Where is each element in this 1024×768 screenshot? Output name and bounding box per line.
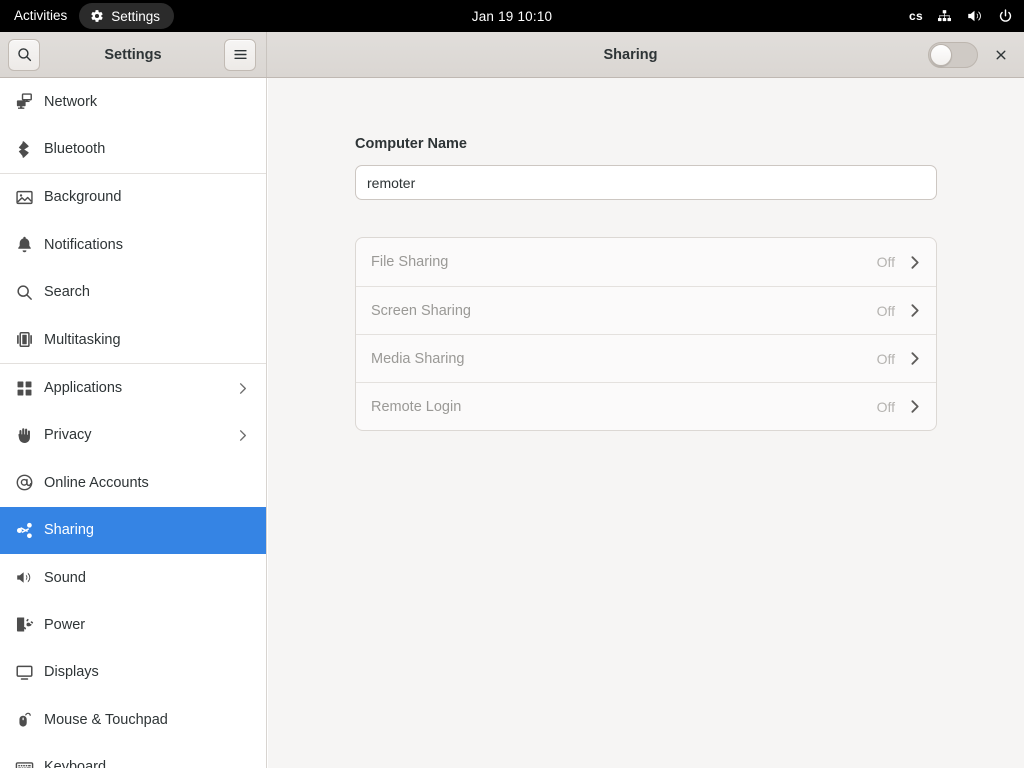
sidebar-item-label: Privacy — [44, 427, 92, 444]
sharing-row-remote-login[interactable]: Remote Login Off — [356, 382, 936, 430]
sharing-row-state: Off — [876, 254, 895, 270]
sidebar-item-keyboard[interactable]: Keyboard — [0, 743, 266, 768]
sidebar-item-label: Online Accounts — [44, 474, 149, 491]
sidebar-item-privacy[interactable]: Privacy — [0, 412, 266, 459]
sharing-row-media-sharing[interactable]: Media Sharing Off — [356, 334, 936, 382]
sidebar-item-sharing[interactable]: Sharing — [0, 506, 266, 554]
chevron-right-icon — [906, 254, 923, 271]
sidebar-item-mouse-touchpad[interactable]: Mouse & Touchpad — [0, 696, 266, 743]
sharing-row-label: Remote Login — [371, 398, 462, 415]
sidebar-item-network[interactable]: Network — [0, 78, 266, 125]
sidebar-item-background[interactable]: Background — [0, 174, 266, 221]
chevron-right-icon — [906, 398, 923, 415]
network-wired-icon[interactable] — [936, 8, 953, 25]
network-monitors-icon — [12, 90, 36, 114]
volume-high-icon — [12, 566, 36, 590]
computer-name-label: Computer Name — [355, 136, 467, 152]
computer-name-input[interactable]: remoter — [355, 165, 937, 200]
sharing-row-trailing: Off — [877, 398, 923, 415]
sidebar-item-displays[interactable]: Displays — [0, 649, 266, 696]
sidebar-item-label: Applications — [44, 380, 123, 397]
chevron-right-icon — [906, 302, 923, 319]
sharing-row-file-sharing[interactable]: File Sharing Off — [356, 238, 936, 286]
sidebar-item-label: Search — [44, 284, 90, 301]
clock-label[interactable]: Jan 19 10:10 — [472, 9, 552, 24]
window-headerbar: Settings Sharing — [0, 32, 1024, 78]
page-title: Sharing — [603, 46, 658, 63]
sharing-row-label: Screen Sharing — [371, 302, 471, 319]
hamburger-menu-icon — [232, 46, 249, 63]
keyboard-icon — [12, 755, 36, 768]
sidebar-item-label: Network — [44, 93, 98, 110]
hand-icon — [12, 423, 36, 447]
mouse-icon — [12, 708, 36, 732]
sidebar-item-applications[interactable]: Applications — [0, 364, 266, 411]
close-button[interactable] — [990, 44, 1012, 66]
close-icon — [994, 48, 1008, 62]
sidebar-item-power[interactable]: Power — [0, 601, 266, 648]
sharing-row-trailing: Off — [877, 254, 923, 271]
sidebar-item-label: Background — [44, 189, 122, 206]
bell-icon — [12, 233, 36, 257]
sidebar-item-label: Sharing — [44, 522, 94, 539]
chevron-right-icon — [235, 428, 250, 443]
app-menu-label: Settings — [111, 8, 161, 24]
sharing-row-trailing: Off — [877, 302, 923, 319]
sidebar-item-multitasking[interactable]: Multitasking — [0, 316, 266, 363]
chevron-right-icon — [235, 381, 250, 396]
sidebar-item-bluetooth[interactable]: Bluetooth — [0, 125, 266, 172]
settings-sidebar[interactable]: Network Bluetooth Background Notifications S… — [0, 78, 267, 768]
settings-window: Settings Sharing Network Bluetooth Backg… — [0, 32, 1024, 768]
at-sign-icon — [12, 471, 36, 495]
multitasking-icon — [12, 328, 36, 352]
toggle-knob — [930, 43, 952, 66]
sidebar-item-label: Multitasking — [44, 331, 121, 348]
gear-icon — [90, 9, 104, 23]
search-button[interactable] — [8, 38, 40, 71]
sharing-panel: Computer Name remoter File Sharing Off Scr… — [268, 78, 1024, 768]
sidebar-item-label: Notifications — [44, 236, 123, 253]
grid-apps-icon — [12, 376, 36, 400]
sidebar-headerbar: Settings — [0, 32, 267, 77]
share-nodes-icon — [12, 518, 36, 542]
search-icon — [16, 46, 33, 63]
sidebar-item-label: Bluetooth — [44, 141, 106, 158]
power-plug-icon — [12, 613, 36, 637]
main-headerbar: Sharing — [267, 32, 1024, 77]
system-status-area[interactable]: cs — [909, 7, 1014, 25]
bluetooth-icon — [12, 137, 36, 161]
sidebar-item-search[interactable]: Search — [0, 269, 266, 316]
volume-high-icon[interactable] — [966, 7, 984, 25]
sharing-row-label: Media Sharing — [371, 350, 465, 367]
sharing-master-toggle[interactable] — [928, 41, 978, 68]
image-icon — [12, 185, 36, 209]
chevron-right-icon — [906, 350, 923, 367]
keyboard-layout-indicator[interactable]: cs — [909, 9, 923, 23]
sidebar-item-label: Power — [44, 616, 86, 633]
sidebar-item-online-accounts[interactable]: Online Accounts — [0, 459, 266, 506]
sharing-row-screen-sharing[interactable]: Screen Sharing Off — [356, 286, 936, 334]
sharing-row-state: Off — [876, 302, 895, 319]
sharing-options-list: File Sharing Off Screen Sharing Off Media Sh… — [355, 237, 937, 431]
sidebar-item-label: Keyboard — [44, 759, 107, 768]
computer-name-value: remoter — [367, 174, 416, 191]
sidebar-item-notifications[interactable]: Notifications — [0, 221, 266, 268]
sharing-row-trailing: Off — [877, 350, 923, 367]
display-icon — [12, 660, 36, 684]
sidebar-item-label: Displays — [44, 664, 99, 681]
search-icon — [12, 280, 36, 304]
gnome-top-bar: Activities Settings Jan 19 10:10 cs — [0, 0, 1024, 32]
power-icon[interactable] — [997, 8, 1014, 25]
sharing-row-label: File Sharing — [371, 254, 449, 270]
sidebar-item-sound[interactable]: Sound — [0, 554, 266, 601]
activities-button[interactable]: Activities — [0, 3, 79, 29]
sidebar-item-label: Mouse & Touchpad — [44, 711, 168, 728]
main-menu-button[interactable] — [224, 38, 256, 71]
sidebar-item-label: Sound — [44, 569, 86, 586]
app-menu-button[interactable]: Settings — [79, 3, 175, 29]
sharing-row-state: Off — [876, 398, 895, 415]
sharing-row-state: Off — [876, 350, 895, 367]
